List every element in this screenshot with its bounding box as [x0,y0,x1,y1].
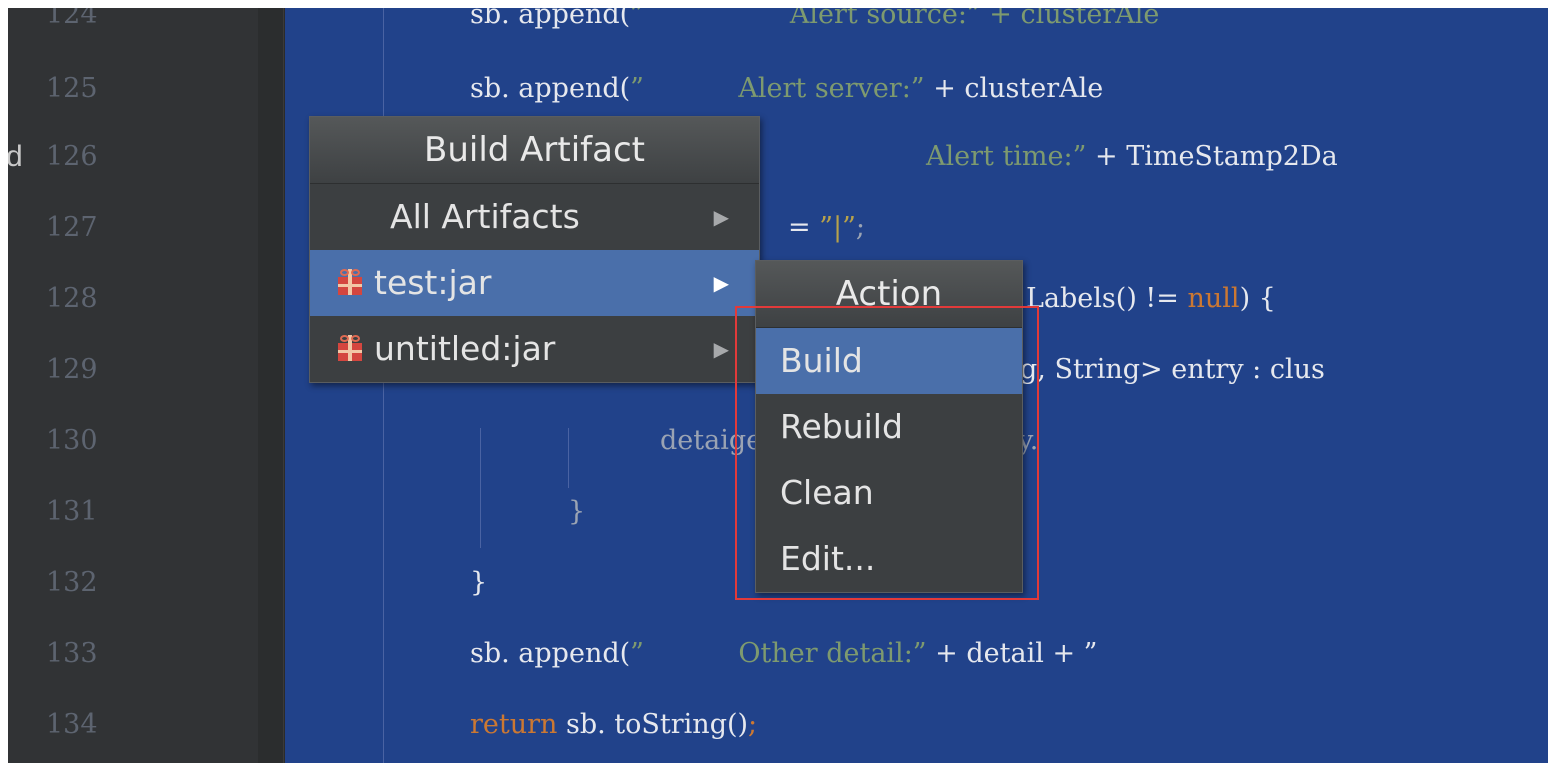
gift-jar-icon [338,334,362,361]
code-line: Alert time:” + TimeStamp2Da [926,142,1338,172]
menu-item-label: test:jar [374,263,492,302]
code-token: + detail + ” [926,638,1098,669]
line-number: 127 [46,212,98,243]
code-token: g, String> entry : clus [1020,354,1325,385]
indent-guide [480,428,481,548]
annotation-highlight-box [735,306,1039,600]
line-number: 126 [46,141,98,172]
code-token: sb. append( [470,638,631,669]
submenu-arrow-icon: ▶ [713,271,729,295]
code-token: Labels() != [1026,283,1188,314]
code-line: Labels() != null) { [1026,284,1276,314]
code-token: + clusterAle [924,73,1104,104]
line-number: 125 [46,73,98,104]
submenu-arrow-icon: ▶ [713,205,729,229]
code-line: return sb. toString(); [470,710,757,740]
code-token: return [470,709,558,740]
code-token: sb. append( [470,73,631,104]
code-token: Alert time:” [926,141,1087,172]
code-line: } [568,497,585,527]
gutter-marker: d [8,140,23,173]
code-token: ”|” [819,212,856,243]
code-token: ” Alert source:” + clusterAle [630,8,1160,30]
line-number: 130 [46,425,98,456]
fold-strip [258,8,284,763]
code-line: sb. append(” Alert server:” + clusterAle [470,74,1103,104]
build-artifact-title: Build Artifact [310,117,759,184]
menu-item-untitled-jar[interactable]: untitled:jar ▶ [310,316,759,382]
code-line: g, String> entry : clus [1020,355,1325,385]
line-number: 124 [46,8,98,30]
line-number: 132 [46,567,98,598]
indent-guide [568,428,569,488]
code-line: sb. append(” Other detail:” + detail + ” [470,639,1097,669]
code-token: sb. append( [470,8,631,30]
line-number: 134 [46,709,98,740]
code-line: } [470,568,487,598]
gift-jar-icon [338,268,362,295]
code-line: sb. append(” Alert source:” + clusterAle [470,8,1159,30]
code-token: sb. toString() [557,709,749,740]
code-token: } [470,567,488,598]
code-token: + TimeStamp2Da [1086,141,1338,172]
code-token: } [568,496,586,527]
code-token: detai [660,425,729,456]
line-number-gutter: d 124 125 126 127 128 129 130 131 132 13… [8,8,283,763]
menu-item-all-artifacts[interactable]: All Artifacts ▶ [310,184,759,250]
code-line: = ”|”; [788,213,865,243]
code-token: ; [748,709,758,740]
code-token: ; [855,212,866,243]
code-token: ) { [1239,283,1276,314]
line-number: 133 [46,638,98,669]
line-number: 131 [46,496,98,527]
code-token: = [788,212,820,243]
build-artifact-menu: Build Artifact All Artifacts ▶ test:jar … [309,116,760,383]
code-token: null [1187,283,1240,314]
menu-item-label: All Artifacts [390,197,580,236]
submenu-arrow-icon: ▶ [713,337,729,361]
code-token: ” Other detail:” [630,638,927,669]
code-token: ” Alert server:” [630,73,925,104]
line-number: 128 [46,283,98,314]
line-number: 129 [46,354,98,385]
menu-item-test-jar[interactable]: test:jar ▶ [310,250,759,316]
menu-item-label: untitled:jar [374,329,556,368]
